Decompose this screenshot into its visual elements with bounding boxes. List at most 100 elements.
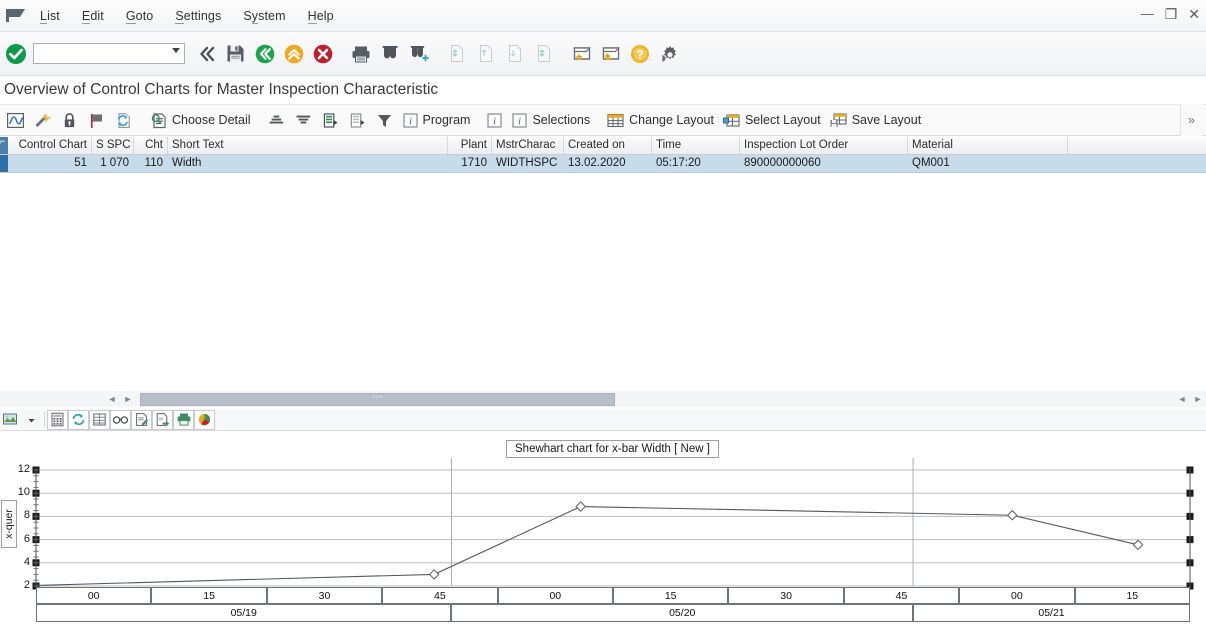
refresh-doc-icon[interactable] [110, 107, 137, 133]
data-point-marker[interactable] [1006, 509, 1018, 521]
cell-material[interactable]: QM001 [908, 155, 1068, 172]
scroll-right-arrow-icon[interactable]: ► [120, 392, 136, 406]
magic-wand-icon[interactable] [29, 107, 56, 133]
previous-page-icon[interactable] [472, 39, 499, 69]
save-layout-button[interactable]: Save Layout [825, 107, 926, 133]
last-page-icon[interactable] [530, 39, 557, 69]
cell-s_spc[interactable]: 1 070 [92, 155, 134, 172]
scroll-far-left-arrow-icon[interactable]: ◄ [1174, 392, 1190, 406]
program-button[interactable]: i Program [398, 107, 475, 133]
cell-short_text[interactable]: Width [168, 155, 448, 172]
scroll-thumb[interactable] [140, 392, 615, 406]
save-icon[interactable] [222, 39, 249, 69]
x-tick-label: 30 [266, 587, 383, 604]
y-tick-label: 2 [23, 579, 30, 591]
menu-item-settings[interactable]: Settings [164, 6, 232, 26]
choose-detail-button[interactable]: Choose Detail [145, 107, 255, 133]
glasses-icon[interactable] [110, 409, 131, 430]
back-double-arrow-icon[interactable] [193, 39, 220, 69]
menu-item-edit[interactable]: Edit [71, 6, 115, 26]
find-next-icon[interactable] [405, 39, 432, 69]
grid-column-header-created_on[interactable]: Created on [564, 137, 652, 154]
menu-item-goto[interactable]: Goto [115, 6, 165, 26]
menu-mnemonic: E [81, 8, 91, 24]
scroll-left-arrow-icon[interactable]: ◄ [104, 392, 120, 406]
close-icon[interactable]: ✕ [1188, 7, 1200, 21]
cell-control_chart[interactable]: 51 [8, 155, 92, 172]
page-title: Overview of Control Charts for Master In… [0, 76, 1206, 104]
grid-horizontal-scrollbar[interactable]: ◄ ► ◄ ► [0, 391, 1206, 407]
table-row[interactable]: 51 1 070 110 Width 1710 WIDTHSPC 13.02.2020 05:… [0, 155, 1206, 173]
x-tick-label: 00 [497, 587, 613, 604]
menu-item-help[interactable]: Help [297, 6, 345, 26]
menu-item-system[interactable]: System [232, 6, 296, 26]
dropdown-arrow-icon[interactable] [21, 410, 42, 430]
calculator-icon[interactable] [47, 409, 68, 430]
command-input[interactable] [34, 45, 172, 62]
grid-column-header-s_spc[interactable]: S SPC [92, 137, 134, 154]
select-layout-button[interactable]: Select Layout [718, 107, 825, 133]
delete-filter-icon[interactable] [344, 107, 371, 133]
menu-mnemonic: S [175, 8, 184, 24]
svg-text:?: ? [636, 47, 643, 61]
grid-body: 51 1 070 110 Width 1710 WIDTHSPC 13.02.2020 05:… [0, 155, 1206, 173]
shewhart-chart: Shewhart chart for x-bar Width [ New ] 2… [0, 431, 1206, 641]
create-shortcut-icon[interactable] [597, 39, 624, 69]
refresh-icon[interactable] [68, 409, 89, 430]
menu-item-list[interactable]: List [29, 6, 71, 26]
cell-time[interactable]: 05:17:20 [652, 155, 740, 172]
chart-picture-icon[interactable] [0, 410, 21, 430]
print-chart-icon[interactable] [173, 409, 194, 430]
create-session-icon[interactable] [568, 39, 595, 69]
info-icon[interactable]: i [482, 107, 507, 133]
command-field[interactable] [33, 43, 185, 64]
grid-column-header-inspection_lot_order[interactable]: Inspection Lot Order [740, 137, 908, 154]
grid-column-header-mstr_charac[interactable]: MstrCharac [492, 137, 564, 154]
edit-note-icon[interactable] [131, 409, 152, 430]
back-green-icon[interactable] [251, 39, 278, 69]
menu-mnemonic: L [40, 8, 48, 24]
toolbar-overflow-button[interactable]: » [1180, 104, 1202, 136]
grid-column-header-control_chart[interactable]: Control Chart [8, 137, 92, 154]
grid-column-header-time[interactable]: Time [652, 137, 740, 154]
change-layout-button[interactable]: Change Layout [602, 107, 718, 133]
cell-inspection_lot_order[interactable]: 890000000060 [740, 155, 908, 172]
sort-ascending-icon[interactable] [263, 107, 290, 133]
enter-ok-icon[interactable] [3, 41, 29, 67]
customize-layout-icon[interactable] [655, 39, 682, 69]
row-selector[interactable] [0, 155, 8, 172]
cell-plant[interactable]: 1710 [448, 155, 492, 172]
next-page-icon[interactable] [501, 39, 528, 69]
exit-yellow-icon[interactable] [280, 39, 307, 69]
selections-button[interactable]: i Selections [507, 107, 594, 133]
grid-column-header-short_text[interactable]: Short Text [168, 137, 448, 154]
cancel-red-icon[interactable] [309, 39, 336, 69]
help-icon[interactable]: ? [626, 39, 653, 69]
minimize-icon[interactable]: — [1141, 7, 1154, 21]
sort-descending-icon[interactable] [290, 107, 317, 133]
grid-column-header-cht[interactable]: Cht [134, 137, 168, 154]
restore-icon[interactable]: ❐ [1165, 7, 1178, 21]
grid-column-header-plant[interactable]: Plant [448, 137, 492, 154]
data-point-marker[interactable] [575, 501, 586, 512]
scroll-far-right-arrow-icon[interactable]: ► [1190, 392, 1206, 406]
lock-icon[interactable] [56, 107, 83, 133]
filter-icon[interactable] [371, 107, 398, 133]
data-point-marker[interactable] [1132, 539, 1144, 551]
color-pie-icon[interactable] [194, 409, 215, 430]
print-icon[interactable] [347, 39, 374, 69]
grid-select-all-cell[interactable] [0, 136, 8, 154]
data-point-marker[interactable] [428, 569, 440, 580]
grid-column-header-material[interactable]: Material [908, 137, 1068, 154]
chevron-down-icon[interactable] [172, 48, 180, 53]
cell-mstr_charac[interactable]: WIDTHSPC [492, 155, 564, 172]
first-page-icon[interactable] [443, 39, 470, 69]
control-chart-icon[interactable] [2, 107, 29, 133]
cell-cht[interactable]: 110 [134, 155, 168, 172]
table-grid-icon[interactable] [89, 409, 110, 430]
cell-created_on[interactable]: 13.02.2020 [564, 155, 652, 172]
find-icon[interactable] [376, 39, 403, 69]
set-filter-icon[interactable] [317, 107, 344, 133]
flag-icon[interactable] [83, 107, 110, 133]
export-icon[interactable] [152, 409, 173, 430]
